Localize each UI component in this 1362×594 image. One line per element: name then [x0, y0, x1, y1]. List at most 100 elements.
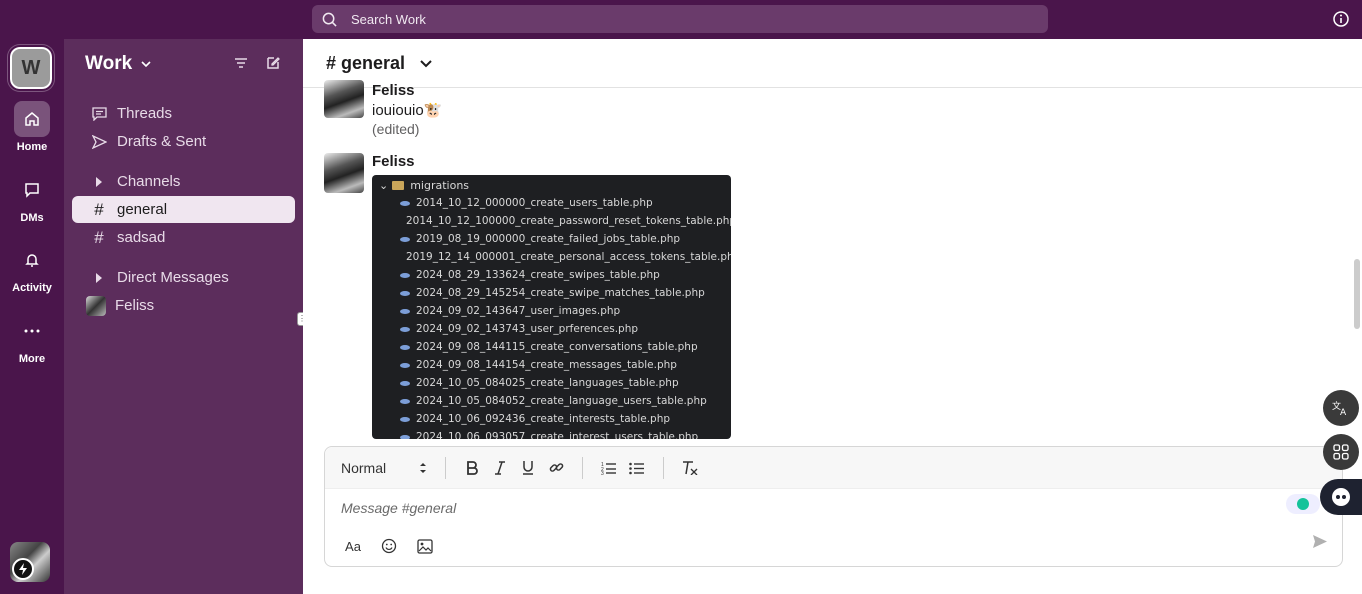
italic-button[interactable]: [486, 454, 514, 482]
sidebar-item-label: general: [117, 201, 168, 218]
sidebar-item-label: Drafts & Sent: [117, 133, 207, 150]
rail-activity-label: Activity: [12, 282, 52, 294]
ordered-list-button[interactable]: 123: [595, 454, 623, 482]
file-row: 2019_08_19_000000_create_failed_jobs_tab…: [372, 230, 731, 248]
php-file-icon: [400, 326, 410, 332]
user-avatar[interactable]: [10, 542, 50, 582]
underline-icon: [523, 461, 533, 475]
bold-icon: [467, 460, 478, 475]
emoji-button[interactable]: [375, 532, 403, 560]
file-name: 2024_09_08_144154_create_messages_table.…: [416, 359, 677, 371]
divider: [663, 456, 664, 479]
ordered-list-icon: 123: [601, 462, 616, 475]
channel-header[interactable]: # general: [303, 39, 1362, 88]
info-icon[interactable]: [1332, 10, 1350, 28]
file-name: 2024_10_06_093057_create_interest_users_…: [416, 431, 699, 439]
file-name: 2019_12_14_000001_create_personal_access…: [406, 251, 731, 263]
underline-button[interactable]: [514, 454, 542, 482]
rail-more-label: More: [18, 353, 46, 365]
grammarly-icon[interactable]: [1286, 494, 1320, 514]
dm-icon: [14, 172, 50, 208]
chevron-down-icon: [420, 59, 432, 67]
hash-icon: #: [94, 199, 104, 219]
image-upload-button[interactable]: [411, 532, 439, 560]
more-icon: [14, 313, 50, 349]
link-icon: [549, 463, 563, 472]
caret-right-icon: [90, 272, 108, 283]
search-bar[interactable]: Search Work: [312, 5, 1048, 33]
workspace-avatar[interactable]: W: [8, 45, 54, 91]
chevron-down-icon: [141, 61, 151, 68]
message-author[interactable]: Feliss: [372, 153, 731, 170]
message-author[interactable]: Feliss: [372, 82, 442, 99]
file-row: 2014_10_12_000000_create_users_table.php: [372, 194, 731, 212]
divider: [582, 456, 583, 479]
rail-home-label: Home: [16, 141, 48, 153]
message: Feliss ⌄ migrations 2014_10_12_000000_cr…: [324, 153, 731, 439]
bullet-list-button[interactable]: [623, 454, 651, 482]
text-format-label: Aa: [345, 538, 361, 554]
sidebar: Work Threads Drafts & Sent Channels # ge…: [64, 39, 303, 594]
php-file-icon: [400, 344, 410, 350]
file-name: 2024_10_05_084052_create_language_users_…: [416, 395, 707, 407]
file-row: 2024_10_06_092436_create_interests_table…: [372, 410, 731, 428]
grid-icon: [1333, 444, 1349, 460]
search-placeholder: Search Work: [351, 11, 426, 27]
apps-button[interactable]: [1323, 434, 1359, 470]
php-file-icon: [400, 362, 410, 368]
format-select[interactable]: Normal: [341, 460, 427, 476]
assistant-button[interactable]: [1320, 479, 1362, 515]
clear-format-button[interactable]: [676, 454, 704, 482]
sidebar-tools: [233, 55, 281, 71]
threads-icon: [90, 106, 108, 121]
channel-title: # general: [326, 52, 406, 73]
divider: [445, 456, 446, 479]
compose-icon[interactable]: [265, 55, 281, 71]
image-icon: [417, 538, 433, 554]
rail-home[interactable]: Home: [0, 101, 64, 153]
php-file-icon: [400, 398, 410, 404]
rail-activity[interactable]: Activity: [0, 242, 64, 294]
file-row: 2024_09_02_143743_user_prferences.php: [372, 320, 731, 338]
file-name: 2024_08_29_133624_create_swipes_table.ph…: [416, 269, 660, 281]
svg-text:A: A: [1340, 408, 1347, 416]
translate-button[interactable]: 文A: [1323, 390, 1359, 426]
home-icon: [14, 101, 50, 137]
avatar: [86, 295, 106, 316]
scrollbar[interactable]: [1354, 259, 1360, 329]
sidebar-item-general[interactable]: # general: [72, 196, 295, 223]
php-file-icon: [400, 416, 410, 422]
message-input[interactable]: Message #general: [341, 500, 456, 516]
file-row: 2024_10_05_084052_create_language_users_…: [372, 392, 731, 410]
caret-right-icon: [90, 176, 108, 187]
avatar[interactable]: [324, 153, 364, 193]
file-row: 2024_10_06_093057_create_interest_users_…: [372, 428, 731, 439]
send-icon[interactable]: [1312, 534, 1328, 549]
file-name: 2024_09_02_143647_user_images.php: [416, 305, 621, 317]
rail-dms-label: DMs: [20, 212, 44, 224]
bold-button[interactable]: [458, 454, 486, 482]
file-row: 2019_12_14_000001_create_personal_access…: [372, 248, 731, 266]
file-name: 2014_10_12_000000_create_users_table.php: [416, 197, 653, 209]
link-button[interactable]: [542, 454, 570, 482]
file-name: 2014_10_12_100000_create_password_reset_…: [406, 215, 731, 227]
sidebar-item-threads[interactable]: Threads: [72, 100, 295, 127]
sidebar-item-drafts[interactable]: Drafts & Sent: [72, 128, 295, 155]
bot-icon: [1332, 488, 1350, 506]
php-file-icon: [400, 272, 410, 278]
sidebar-item-sadsad[interactable]: # sadsad: [72, 224, 295, 251]
file-row: 2024_09_08_144115_create_conversations_t…: [372, 338, 731, 356]
send-icon: [90, 134, 108, 149]
sidebar-section-channels[interactable]: Channels: [72, 168, 295, 195]
rail-more[interactable]: More: [0, 313, 64, 365]
filter-icon[interactable]: [233, 55, 249, 71]
avatar[interactable]: [324, 80, 364, 118]
file-row: 2024_09_02_143647_user_images.php: [372, 302, 731, 320]
folder-name: migrations: [410, 179, 470, 192]
file-row: 2024_08_29_145254_create_swipe_matches_t…: [372, 284, 731, 302]
text-format-button[interactable]: Aa: [339, 532, 367, 560]
sidebar-section-dms[interactable]: Direct Messages: [72, 264, 295, 291]
rail-dms[interactable]: DMs: [0, 172, 64, 224]
image-attachment[interactable]: ⌄ migrations 2014_10_12_000000_create_us…: [372, 175, 731, 439]
sidebar-item-dm-feliss[interactable]: Feliss: [72, 292, 295, 319]
